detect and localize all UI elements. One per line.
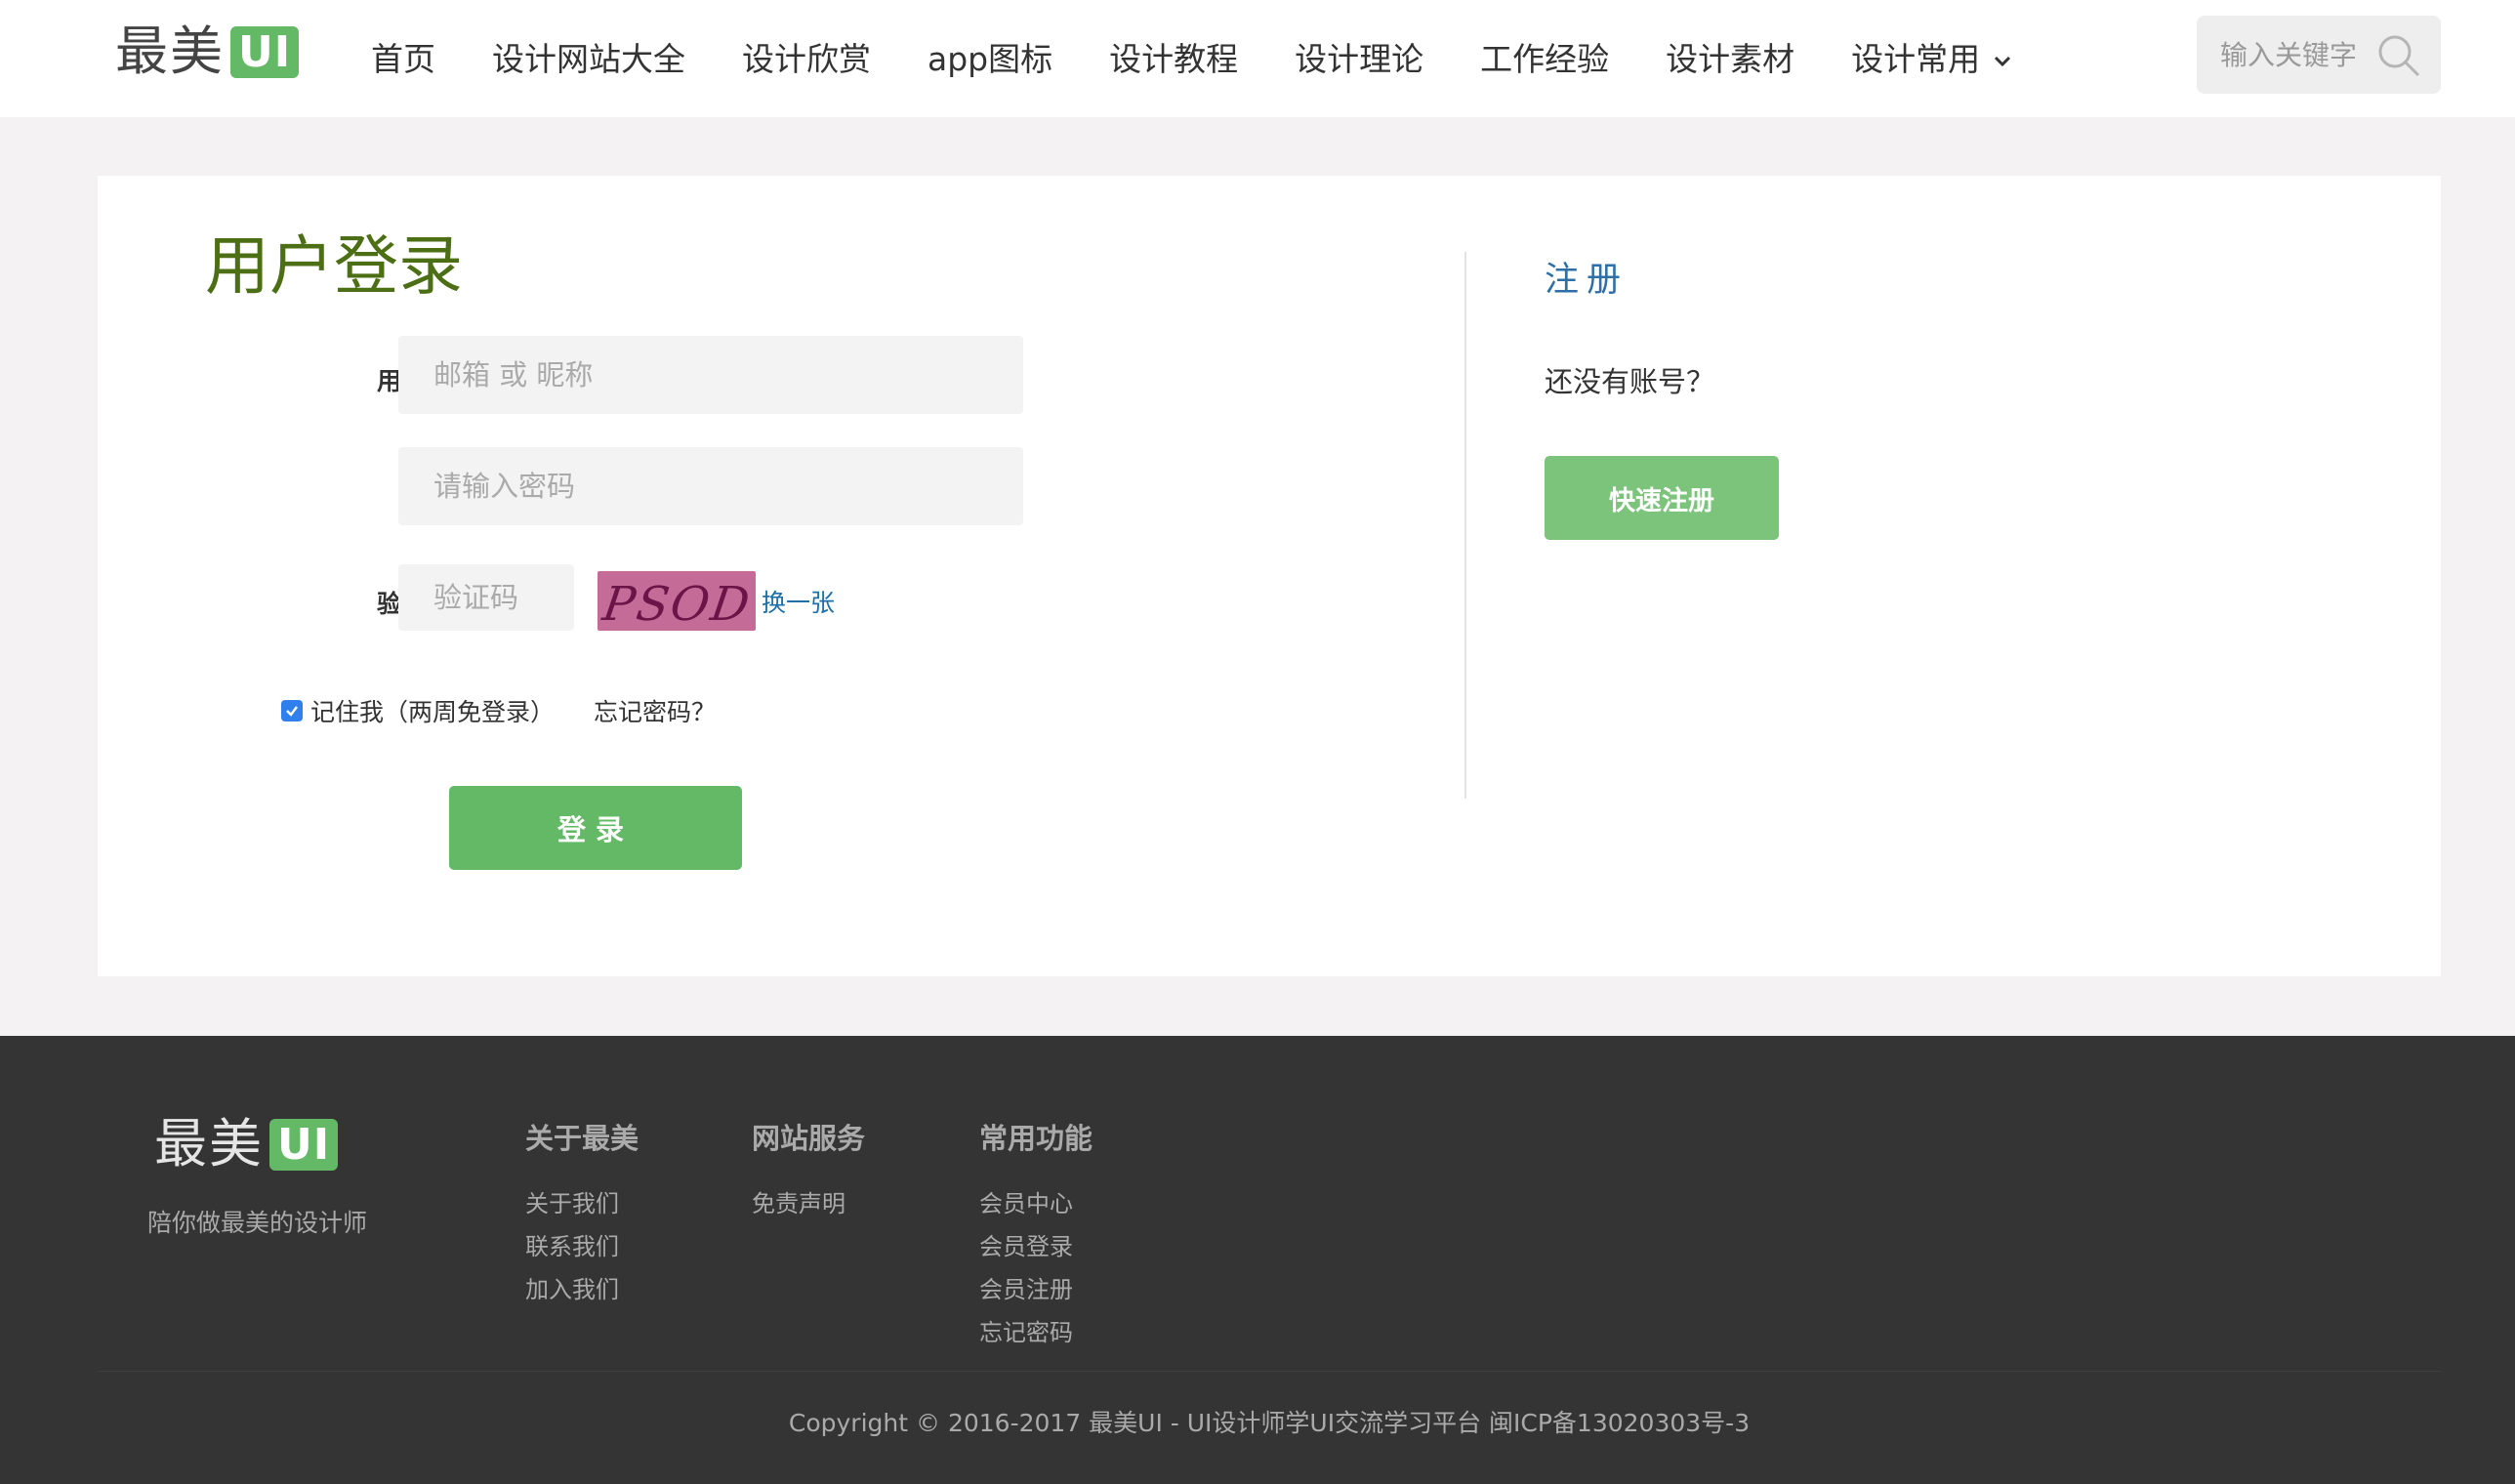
captcha-image[interactable]: PSOD (598, 571, 756, 631)
site-footer: 最美 UI 陪你做最美的设计师 关于最美 关于我们 联系我们 加入我们 网站服务… (0, 1036, 2515, 1484)
nav-tutorials[interactable]: 设计教程 (1109, 33, 1238, 80)
nav-app-icons[interactable]: app图标 (928, 33, 1052, 80)
nav-resources[interactable]: 设计素材 (1666, 33, 1794, 80)
search-box (2197, 16, 2441, 94)
footer-col-services: 网站服务 免责声明 (752, 1116, 865, 1225)
login-button[interactable]: 登录 (449, 786, 742, 870)
nav-common-dropdown[interactable]: 设计常用 (1851, 33, 2011, 80)
forgot-password-link[interactable]: 忘记密码？ (594, 693, 716, 728)
footer-link-forgot-password[interactable]: 忘记密码 (979, 1311, 1093, 1354)
footer-logo-badge: UI (269, 1118, 339, 1171)
page-title: 用户登录 (205, 228, 463, 304)
footer-link-member-register[interactable]: 会员注册 (979, 1268, 1093, 1311)
username-field[interactable] (398, 336, 1023, 414)
footer-link-join-us[interactable]: 加入我们 (525, 1268, 639, 1311)
copyright: Copyright © 2016-2017 最美UI - UI设计师学UI交流学… (788, 1409, 1751, 1437)
quick-register-button[interactable]: 快速注册 (1545, 456, 1779, 540)
nav-design-showcase[interactable]: 设计欣赏 (742, 33, 871, 80)
nav-theory[interactable]: 设计理论 (1295, 33, 1423, 80)
footer-col-functions: 常用功能 会员中心 会员登录 会员注册 忘记密码 (979, 1116, 1093, 1354)
refresh-captcha-link[interactable]: 换一张 (762, 584, 835, 619)
footer-slogan: 陪你做最美的设计师 (147, 1209, 368, 1237)
register-title: 注册 (1545, 261, 1629, 300)
footer-link-contact-us[interactable]: 联系我们 (525, 1225, 639, 1268)
nav-experience[interactable]: 工作经验 (1480, 33, 1609, 80)
captcha-image-text: PSOD (599, 577, 755, 631)
chevron-down-icon (1994, 37, 2011, 75)
logo-badge: UI (230, 25, 300, 78)
vertical-divider (1464, 252, 1466, 799)
logo-text: 最美 (115, 21, 225, 82)
footer-link-disclaimer[interactable]: 免责声明 (752, 1182, 865, 1225)
footer-col-title: 关于最美 (525, 1122, 639, 1155)
register-question: 还没有账号？ (1545, 365, 1715, 398)
footer-link-about-us[interactable]: 关于我们 (525, 1182, 639, 1225)
nav-common-label: 设计常用 (1851, 39, 1981, 78)
site-logo[interactable]: 最美 UI (115, 21, 300, 82)
main-nav: 首页 设计网站大全 设计欣赏 app图标 设计教程 设计理论 工作经验 设计素材… (371, 0, 2068, 112)
footer-link-member-center[interactable]: 会员中心 (979, 1182, 1093, 1225)
footer-divider (98, 1371, 2441, 1372)
captcha-field[interactable] (398, 564, 574, 631)
footer-logo[interactable]: 最美 UI (154, 1113, 339, 1175)
footer-col-about: 关于最美 关于我们 联系我们 加入我们 (525, 1116, 639, 1311)
password-field[interactable] (398, 447, 1023, 525)
remember-label: 记住我（两周免登录） (310, 698, 556, 726)
footer-link-member-login[interactable]: 会员登录 (979, 1225, 1093, 1268)
footer-col-title: 常用功能 (979, 1122, 1093, 1155)
site-header: 最美 UI 首页 设计网站大全 设计欣赏 app图标 设计教程 设计理论 工作经… (0, 0, 2515, 117)
login-card: 用户登录 用户名： 密码： 验证码： PSOD 换一张 记住我（两周免登录） 忘… (98, 176, 2441, 976)
remember-me[interactable]: 记住我（两周免登录） (281, 693, 555, 728)
footer-logo-text: 最美 (154, 1113, 264, 1175)
footer-col-title: 网站服务 (752, 1122, 866, 1155)
nav-home[interactable]: 首页 (371, 33, 435, 80)
search-icon[interactable] (2376, 33, 2421, 82)
nav-design-sites[interactable]: 设计网站大全 (492, 33, 685, 80)
check-icon (286, 706, 298, 717)
remember-checkbox[interactable] (281, 700, 303, 721)
search-input[interactable] (2220, 38, 2386, 71)
